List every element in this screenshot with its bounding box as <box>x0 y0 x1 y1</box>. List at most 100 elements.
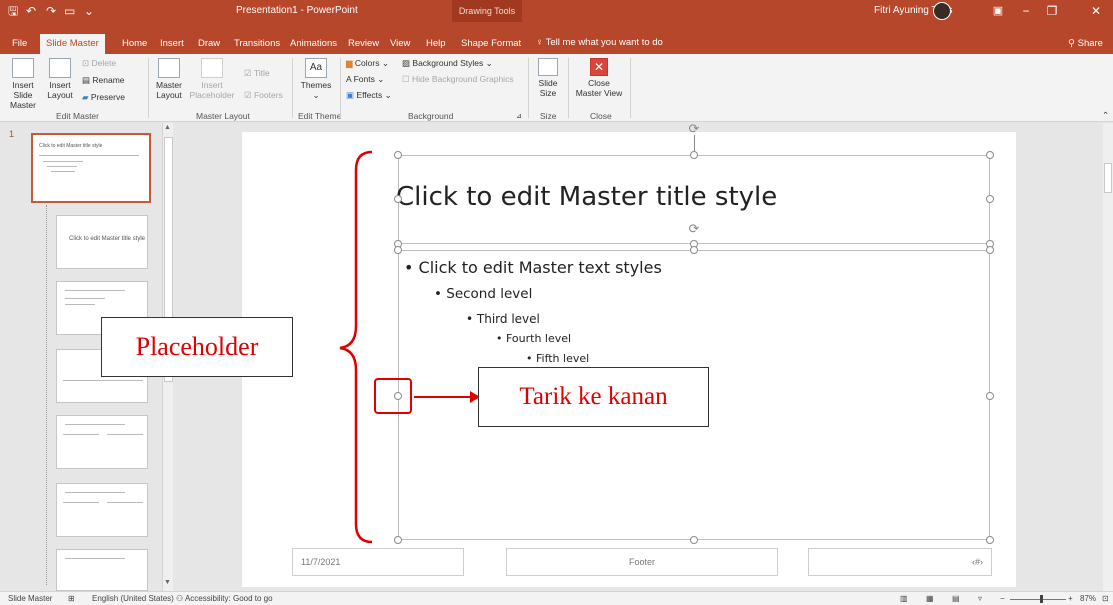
scrollbar-thumb[interactable] <box>1104 163 1112 193</box>
save-icon[interactable]: 🖫 <box>8 4 18 18</box>
avatar[interactable] <box>933 2 951 20</box>
customize-qat-icon[interactable]: ⌄ <box>84 4 94 18</box>
master-title-text[interactable]: Click to edit Master title style <box>396 182 777 212</box>
tab-transitions[interactable]: Transitions <box>234 38 280 49</box>
text-level-2[interactable]: • Second level <box>434 286 532 302</box>
insert-placeholder-label-1: Insert <box>201 80 223 90</box>
zoom-slider-thumb[interactable] <box>1040 595 1043 603</box>
resize-handle[interactable] <box>394 151 402 159</box>
presentation-icon[interactable]: ▭ <box>64 4 75 18</box>
scroll-up-icon[interactable]: ▲ <box>164 124 171 131</box>
spelling-icon[interactable]: ⊞ <box>68 594 75 603</box>
resize-handle[interactable] <box>690 151 698 159</box>
delete-label: Delete <box>91 58 117 68</box>
resize-handle[interactable] <box>690 536 698 544</box>
tab-draw[interactable]: Draw <box>198 38 220 49</box>
slide-scrollbar[interactable] <box>1103 123 1113 591</box>
layout-thumbnail[interactable] <box>56 483 148 537</box>
text-level-5[interactable]: • Fifth level <box>526 352 589 365</box>
resize-handle[interactable] <box>986 195 994 203</box>
resize-handle[interactable] <box>986 536 994 544</box>
tab-file[interactable]: File <box>12 38 27 49</box>
zoom-slider[interactable] <box>1010 599 1066 600</box>
thumb-line <box>51 171 75 172</box>
tab-insert[interactable]: Insert <box>160 38 184 49</box>
master-thumbnail[interactable]: Click to edit Master title style <box>31 133 151 203</box>
text-level-3[interactable]: • Third level <box>466 312 540 326</box>
drag-right-annotation: Tarik ke kanan <box>478 367 709 427</box>
scroll-down-icon[interactable]: ▼ <box>164 579 171 586</box>
language[interactable]: English (United States) <box>92 594 174 603</box>
tab-help[interactable]: Help <box>426 38 446 49</box>
title-checkbox[interactable]: ☑ Title <box>244 68 270 79</box>
layout-thumbnail[interactable] <box>56 549 148 591</box>
insert-placeholder-button[interactable]: Insert Placeholder <box>188 58 236 100</box>
share-button[interactable]: ⚲ Share <box>1068 38 1103 49</box>
zoom-level[interactable]: 87% <box>1080 594 1096 603</box>
resize-handle[interactable] <box>986 151 994 159</box>
themes-button[interactable]: Aa Themes ⌄ <box>298 58 334 100</box>
minimize-button[interactable]: − <box>1016 3 1036 19</box>
restore-button[interactable]: ❐ <box>1042 3 1062 19</box>
tab-review[interactable]: Review <box>348 38 379 49</box>
insert-slide-master-button[interactable]: Insert Slide Master <box>4 58 42 110</box>
tab-view[interactable]: View <box>390 38 410 49</box>
ribbon-display-icon[interactable]: ▣ <box>988 3 1008 19</box>
text-level-1[interactable]: • Click to edit Master text styles <box>404 258 662 277</box>
effects-button[interactable]: ▣ Effects ⌄ <box>346 90 392 101</box>
preserve-button[interactable]: ▰ Preserve <box>82 92 125 103</box>
delete-button[interactable]: ⊡ Delete <box>82 58 116 69</box>
zoom-in-icon[interactable]: + <box>1068 594 1073 603</box>
layout-thumbnail[interactable]: Click to edit Master title style <box>56 215 148 269</box>
slide-sorter-icon[interactable]: ▦ <box>926 594 934 603</box>
resize-handle[interactable] <box>690 246 698 254</box>
hide-background-checkbox[interactable]: ☐ Hide Background Graphics <box>402 74 514 85</box>
accessibility-status[interactable]: ⚇ Accessibility: Good to go <box>176 594 273 603</box>
slideshow-icon[interactable]: ▿ <box>978 594 982 603</box>
divider <box>528 58 529 118</box>
resize-handle[interactable] <box>394 195 402 203</box>
fonts-button[interactable]: A Fonts ⌄ <box>346 74 384 85</box>
tab-animations[interactable]: Animations <box>290 38 337 49</box>
fonts-icon: A <box>346 74 354 84</box>
thumb-line <box>107 502 143 503</box>
text-level-4[interactable]: • Fourth level <box>496 332 571 345</box>
reading-view-icon[interactable]: ▤ <box>952 594 960 603</box>
colors-icon: ▆ <box>346 58 355 68</box>
colors-button[interactable]: ▆ Colors ⌄ <box>346 58 389 69</box>
rename-button[interactable]: ▤ Rename <box>82 75 125 86</box>
redo-icon[interactable]: ↷ <box>46 4 56 18</box>
slide-size-button[interactable]: Slide Size <box>534 58 562 98</box>
ribbon-tabs: File Slide Master Home Insert Draw Trans… <box>0 22 1113 54</box>
tell-me-search[interactable]: ♀ Tell me what you want to do <box>536 37 663 48</box>
normal-view-icon[interactable]: ▥ <box>900 594 908 603</box>
close-master-view-button[interactable]: ✕ Close Master View <box>574 58 624 98</box>
status-bar: Slide Master ⊞ English (United States) ⚇… <box>0 591 1113 605</box>
rotate-handle-icon[interactable]: ⟳ <box>687 222 701 236</box>
master-layout-button[interactable]: Master Layout <box>152 58 186 100</box>
dialog-launcher-icon[interactable]: ⊿ <box>516 111 522 122</box>
resize-handle[interactable] <box>986 246 994 254</box>
undo-icon[interactable]: ↶ <box>26 4 36 18</box>
thumb-line <box>39 155 139 156</box>
collapse-ribbon-icon[interactable]: ⌃ <box>1102 110 1109 121</box>
slide-number-placeholder[interactable]: ‹#› <box>808 548 992 576</box>
rotate-handle-icon[interactable]: ⟳ <box>687 122 701 136</box>
resize-handle[interactable] <box>986 392 994 400</box>
tab-shape-format[interactable]: Shape Format <box>461 38 521 49</box>
close-button[interactable]: ✕ <box>1086 3 1106 19</box>
checkbox-icon: ☑ <box>244 68 254 78</box>
tab-slide-master[interactable]: Slide Master <box>40 34 105 54</box>
resize-handle[interactable] <box>394 246 402 254</box>
footers-checkbox[interactable]: ☑ Footers <box>244 90 283 101</box>
fit-slide-icon[interactable]: ⊡ <box>1102 594 1109 603</box>
layout-thumbnail[interactable] <box>56 415 148 469</box>
zoom-out-icon[interactable]: − <box>1000 594 1005 603</box>
placeholder-icon <box>201 58 223 78</box>
insert-layout-button[interactable]: Insert Layout <box>44 58 76 100</box>
date-placeholder[interactable]: 11/7/2021 <box>292 548 464 576</box>
footer-placeholder[interactable]: Footer <box>506 548 778 576</box>
background-styles-button[interactable]: ▨ Background Styles ⌄ <box>402 58 493 69</box>
resize-handle[interactable] <box>394 536 402 544</box>
tab-home[interactable]: Home <box>122 38 147 49</box>
